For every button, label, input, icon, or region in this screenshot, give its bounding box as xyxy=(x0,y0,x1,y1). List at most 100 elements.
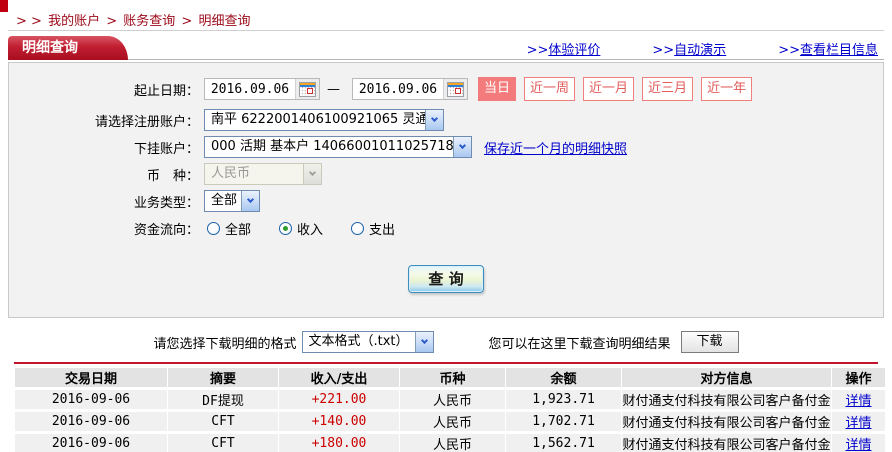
cell-balance: 1,562.71 xyxy=(506,434,621,452)
quick-date-buttons: 当日 近一周 近一月 近三月 近一年 xyxy=(478,77,753,101)
register-account-value: 南平 6222001406100921065 灵通卡 xyxy=(211,112,425,127)
table-row: 2016-09-06 DF提现 +221.00 人民币 1,923.71 财付通… xyxy=(15,390,885,409)
breadcrumb-detail-query[interactable]: 明细查询 xyxy=(198,14,250,29)
table-row: 2016-09-06 CFT +140.00 人民币 1,702.71 财付通支… xyxy=(15,412,885,431)
results-table: 交易日期 摘要 收入/支出 币种 余额 对方信息 操作 2016-09-06 D… xyxy=(14,365,886,452)
breadcrumb-separator: > xyxy=(106,14,118,29)
cell-summary: DF提现 xyxy=(168,390,278,409)
link-experience-rating[interactable]: >>体验评价 xyxy=(527,39,601,58)
quick-button-today[interactable]: 当日 xyxy=(478,77,517,101)
radio-all[interactable] xyxy=(207,221,220,235)
cell-counterparty: 财付通支付科技有限公司客户备付金 xyxy=(622,390,831,409)
date-range-label: 起止日期： xyxy=(133,83,199,99)
fund-flow-label: 资金流向： xyxy=(133,222,199,238)
header-amount: 收入/支出 xyxy=(279,368,399,387)
quick-button-last-month[interactable]: 近一月 xyxy=(583,77,635,101)
date-to-calendar-button[interactable] xyxy=(443,79,467,99)
cell-trade-date: 2016-09-06 xyxy=(15,434,167,452)
tab-label: 明细查询 xyxy=(22,40,78,56)
calendar-icon xyxy=(447,81,464,97)
business-type-label: 业务类型： xyxy=(133,195,199,211)
business-type-select[interactable]: 全部 xyxy=(204,190,260,212)
table-row: 2016-09-06 CFT +180.00 人民币 1,562.71 财付通支… xyxy=(15,434,885,452)
cell-summary: CFT xyxy=(168,412,278,431)
cell-amount: +180.00 xyxy=(279,434,399,452)
date-range-dash: — xyxy=(327,81,340,97)
quick-button-last-week[interactable]: 近一周 xyxy=(524,77,576,101)
sub-account-value: 000 活期 基本户 1406600101102571848 xyxy=(211,139,453,154)
tab-detail-query[interactable]: 明细查询 xyxy=(8,36,128,60)
download-row: 请您选择下载明细的格式 文本格式（.txt） 您可以在这里下载查询明细结果 下载 xyxy=(0,330,892,354)
download-button[interactable]: 下载 xyxy=(680,331,739,353)
breadcrumb-account-query[interactable]: 账务查询 xyxy=(123,14,175,29)
download-format-select[interactable]: 文本格式（.txt） xyxy=(301,331,434,353)
detail-link[interactable]: 详情 xyxy=(845,416,871,431)
header-summary: 摘要 xyxy=(168,368,278,387)
currency-label: 币 种： xyxy=(146,168,199,184)
cell-balance: 1,923.71 xyxy=(506,390,621,409)
date-from-field[interactable]: 2016.09.06 xyxy=(204,78,320,100)
cell-counterparty: 财付通支付科技有限公司客户备付金 xyxy=(622,412,831,431)
date-from-calendar-button[interactable] xyxy=(295,79,319,99)
save-snapshot-link[interactable]: 保存近一个月的明细快照 xyxy=(484,138,627,157)
date-to-value[interactable]: 2016.09.06 xyxy=(353,82,443,97)
quick-button-last-year[interactable]: 近一年 xyxy=(701,77,753,101)
chevron-down-icon xyxy=(241,191,259,211)
cell-summary: CFT xyxy=(168,434,278,452)
header-trade-date: 交易日期 xyxy=(15,368,167,387)
radio-expense-label: 支出 xyxy=(369,222,396,238)
breadcrumb-my-account[interactable]: 我的账户 xyxy=(48,14,100,29)
header-counterparty: 对方信息 xyxy=(622,368,831,387)
header-currency: 币种 xyxy=(400,368,505,387)
breadcrumb-separator: > xyxy=(181,14,193,29)
link-auto-demo[interactable]: >>自动演示 xyxy=(652,39,726,58)
radio-income-label: 收入 xyxy=(297,222,324,238)
chevron-down-icon xyxy=(453,137,471,157)
header-balance: 余额 xyxy=(506,368,621,387)
fund-flow-options: 全部 收入 支出 xyxy=(207,219,395,238)
quick-button-last-3-months[interactable]: 近三月 xyxy=(642,77,694,101)
radio-income[interactable] xyxy=(279,221,293,235)
download-format-value: 文本格式（.txt） xyxy=(308,334,409,349)
query-button[interactable]: 查 询 xyxy=(408,265,484,293)
cell-trade-date: 2016-09-06 xyxy=(15,412,167,431)
query-form: 起止日期： 2016.09.06 — 2016.09.06 当日 近一周 近一月… xyxy=(8,62,884,318)
download-hint: 您可以在这里下载查询明细结果 xyxy=(488,336,671,352)
sub-account-select[interactable]: 000 活期 基本户 1406600101102571848 xyxy=(204,136,472,158)
currency-select: 人民币 xyxy=(204,163,322,185)
chevron-down-icon xyxy=(303,164,321,184)
detail-query-page: > > 我的账户 > 账务查询 > 明细查询 明细查询 >>体验评价 >>自动演… xyxy=(0,0,892,452)
date-to-field[interactable]: 2016.09.06 xyxy=(352,78,468,100)
chevron-down-icon xyxy=(425,110,443,130)
cell-counterparty: 财付通支付科技有限公司客户备付金 xyxy=(622,434,831,452)
table-header-row: 交易日期 摘要 收入/支出 币种 余额 对方信息 操作 xyxy=(15,368,885,387)
results-table-wrap: 交易日期 摘要 收入/支出 币种 余额 对方信息 操作 2016-09-06 D… xyxy=(14,362,885,452)
top-links: >>体验评价 >>自动演示 >>查看栏目信息 xyxy=(527,39,878,58)
cell-currency: 人民币 xyxy=(400,412,505,431)
breadcrumb-prefix: > > xyxy=(16,14,42,29)
date-from-value[interactable]: 2016.09.06 xyxy=(205,82,295,97)
radio-all-label: 全部 xyxy=(225,222,252,238)
tab-row: 明细查询 >>体验评价 >>自动演示 >>查看栏目信息 xyxy=(8,36,884,60)
detail-link[interactable]: 详情 xyxy=(845,438,871,452)
chevron-down-icon xyxy=(414,332,433,352)
register-account-select[interactable]: 南平 6222001406100921065 灵通卡 xyxy=(204,109,444,131)
breadcrumb: > > 我的账户 > 账务查询 > 明细查询 xyxy=(0,0,892,30)
cell-currency: 人民币 xyxy=(400,390,505,409)
download-format-label: 请您选择下载明细的格式 xyxy=(153,336,297,352)
detail-link[interactable]: 详情 xyxy=(845,394,871,409)
cell-currency: 人民币 xyxy=(400,434,505,452)
business-type-value: 全部 xyxy=(211,193,238,208)
header-action: 操作 xyxy=(832,368,885,387)
link-view-column-info[interactable]: >>查看栏目信息 xyxy=(778,39,878,58)
sub-account-label: 下挂账户： xyxy=(133,141,199,157)
radio-expense[interactable] xyxy=(351,221,365,235)
currency-value: 人民币 xyxy=(211,166,251,181)
cell-trade-date: 2016-09-06 xyxy=(15,390,167,409)
cell-amount: +221.00 xyxy=(279,390,399,409)
corner-mark xyxy=(0,0,8,12)
cell-amount: +140.00 xyxy=(279,412,399,431)
header-divider xyxy=(8,30,884,31)
cell-balance: 1,702.71 xyxy=(506,412,621,431)
calendar-icon xyxy=(299,81,316,97)
